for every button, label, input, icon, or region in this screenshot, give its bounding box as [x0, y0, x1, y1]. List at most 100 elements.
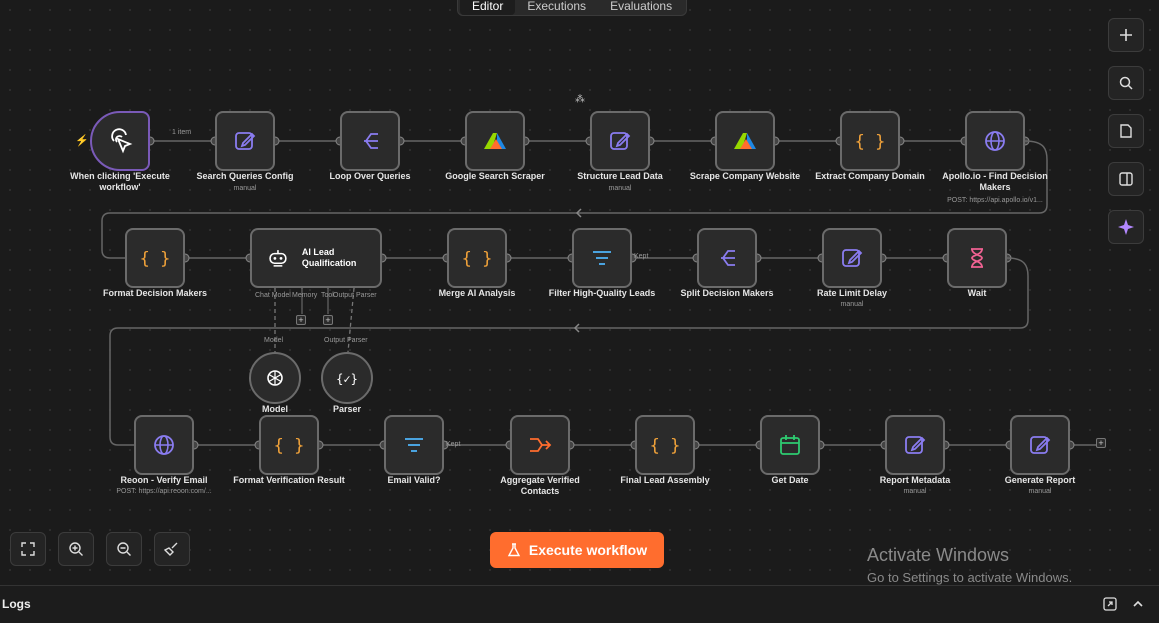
node-parser[interactable]: {✓}: [321, 352, 373, 404]
node-title: Model: [262, 404, 288, 414]
node-filter-high-quality-leads[interactable]: [572, 228, 632, 288]
node-format-decision-makers[interactable]: { }: [125, 228, 185, 288]
node-scrape-company-website[interactable]: [715, 111, 775, 171]
filter-icon: [405, 438, 423, 452]
sticky-note-button[interactable]: [1108, 114, 1144, 148]
node-aggregate-verified-contacts[interactable]: [510, 415, 570, 475]
execute-workflow-label: Execute workflow: [528, 542, 648, 558]
node-title: Apollo.io - Find Decision Makers: [942, 171, 1048, 192]
flask-icon: [507, 543, 521, 557]
apify-icon: [484, 133, 506, 149]
port-label-chat-model: Chat Model: [255, 292, 291, 299]
port-label-tool: Tool: [321, 292, 334, 299]
ai-assistant-button[interactable]: [1108, 210, 1144, 244]
chevron-up-icon[interactable]: [1132, 599, 1144, 609]
code-braces-icon: { }: [855, 132, 886, 152]
globe-icon: [985, 131, 1005, 151]
svg-text:{ }: { }: [140, 249, 171, 269]
node-wait[interactable]: [947, 228, 1007, 288]
node-get-date[interactable]: [760, 415, 820, 475]
port-label-model: Model: [264, 337, 284, 344]
add-memory-button[interactable]: +: [296, 315, 306, 325]
popout-icon[interactable]: [1103, 597, 1117, 611]
node-title: Final Lead Assembly: [620, 475, 710, 485]
node-title: Google Search Scraper: [445, 171, 545, 181]
search-button[interactable]: [1108, 66, 1144, 100]
node-generate-report[interactable]: [1010, 415, 1070, 475]
toggle-panel-button[interactable]: [1108, 162, 1144, 196]
svg-text:{ }: { }: [274, 436, 305, 456]
broom-icon: [164, 542, 178, 556]
workflow-canvas[interactable]: Editor Executions Evaluations ⁂ ⚡ When c…: [0, 0, 1159, 585]
tab-executions[interactable]: Executions: [515, 0, 598, 15]
fit-view-button[interactable]: [10, 532, 46, 566]
plus-icon: [1120, 29, 1132, 41]
node-title: Merge AI Analysis: [438, 288, 516, 298]
svg-text:{✓}: {✓}: [336, 372, 358, 386]
add-node-panel-button[interactable]: [1108, 18, 1144, 52]
tab-evaluations[interactable]: Evaluations: [598, 0, 684, 15]
bolt-icon: ⚡: [75, 135, 89, 147]
node-title: Scrape Company Website: [689, 171, 801, 181]
activate-windows-subtitle: Go to Settings to activate Windows.: [867, 570, 1073, 585]
node-report-metadata[interactable]: [885, 415, 945, 475]
node-format-verification-result[interactable]: { }: [259, 415, 319, 475]
node-email-valid[interactable]: [384, 415, 444, 475]
code-braces-icon: { }: [650, 436, 681, 456]
tidy-up-button[interactable]: [154, 532, 190, 566]
node-title: Extract Company Domain: [815, 171, 925, 181]
split-icon: [721, 250, 735, 266]
node-subtitle: manual: [608, 185, 632, 192]
node-when-clicking-execute-workflow[interactable]: [90, 111, 150, 171]
logs-panel[interactable]: Logs: [0, 585, 1159, 623]
node-extract-company-domain[interactable]: { }: [840, 111, 900, 171]
edit-icon: [610, 132, 631, 150]
node-google-search-scraper[interactable]: [465, 111, 525, 171]
activate-windows-title: Activate Windows: [867, 545, 1010, 565]
edit-icon: [905, 436, 926, 454]
logs-title: Logs: [2, 597, 31, 611]
node-title: Format Decision Makers: [102, 288, 208, 298]
node-rate-limit-delay[interactable]: [822, 228, 882, 288]
view-tabs: Editor Executions Evaluations: [457, 0, 688, 16]
node-title: Loop Over Queries: [329, 171, 411, 181]
globe-icon: [154, 435, 174, 455]
apify-icon: [734, 133, 756, 149]
node-structure-lead-data[interactable]: [590, 111, 650, 171]
add-tool-button[interactable]: +: [323, 315, 333, 325]
node-model[interactable]: [249, 352, 301, 404]
pointer-click-icon: [111, 128, 133, 154]
node-split-decision-makers[interactable]: [697, 228, 757, 288]
svg-text:{ }: { }: [855, 132, 886, 152]
add-node-button[interactable]: +: [1096, 438, 1106, 448]
code-braces-icon: { }: [462, 249, 493, 269]
node-title: Generate Report: [1004, 475, 1076, 485]
zoom-out-button[interactable]: [106, 532, 142, 566]
execute-workflow-button[interactable]: Execute workflow: [490, 532, 664, 568]
node-subtitle: manual: [903, 488, 927, 495]
sparkle-ai-icon: [1118, 219, 1134, 235]
zoom-in-button[interactable]: [58, 532, 94, 566]
port-label-output-parser: Output Parser: [333, 292, 377, 299]
node-ai-lead-qualification[interactable]: AI Lead Qualification: [250, 228, 382, 288]
edge-label-items: 1 item: [172, 129, 192, 136]
aggregate-icon: [530, 438, 552, 452]
node-subtitle: POST: https://api.reoon.com/...: [116, 488, 212, 495]
node-apollo-io-find-decision-makers[interactable]: [965, 111, 1025, 171]
tab-editor[interactable]: Editor: [460, 0, 516, 15]
port-label-memory: Memory: [292, 292, 318, 299]
node-title: Wait: [967, 288, 987, 298]
node-loop-over-queries[interactable]: [340, 111, 400, 171]
zoom-out-icon: [117, 542, 131, 556]
node-title: Email Valid?: [387, 475, 441, 485]
node-final-lead-assembly[interactable]: { }: [635, 415, 695, 475]
calendar-icon: [780, 435, 800, 455]
node-reoon-verify-email[interactable]: [134, 415, 194, 475]
node-subtitle: manual: [840, 301, 864, 308]
node-title: Reoon - Verify Email: [120, 475, 208, 485]
search-icon: [1119, 76, 1133, 90]
node-title: Aggregate Verified Contacts: [500, 475, 580, 496]
node-search-queries-config[interactable]: [215, 111, 275, 171]
node-merge-ai-analysis[interactable]: { }: [447, 228, 507, 288]
edge-label-kept: Kept: [446, 441, 461, 448]
